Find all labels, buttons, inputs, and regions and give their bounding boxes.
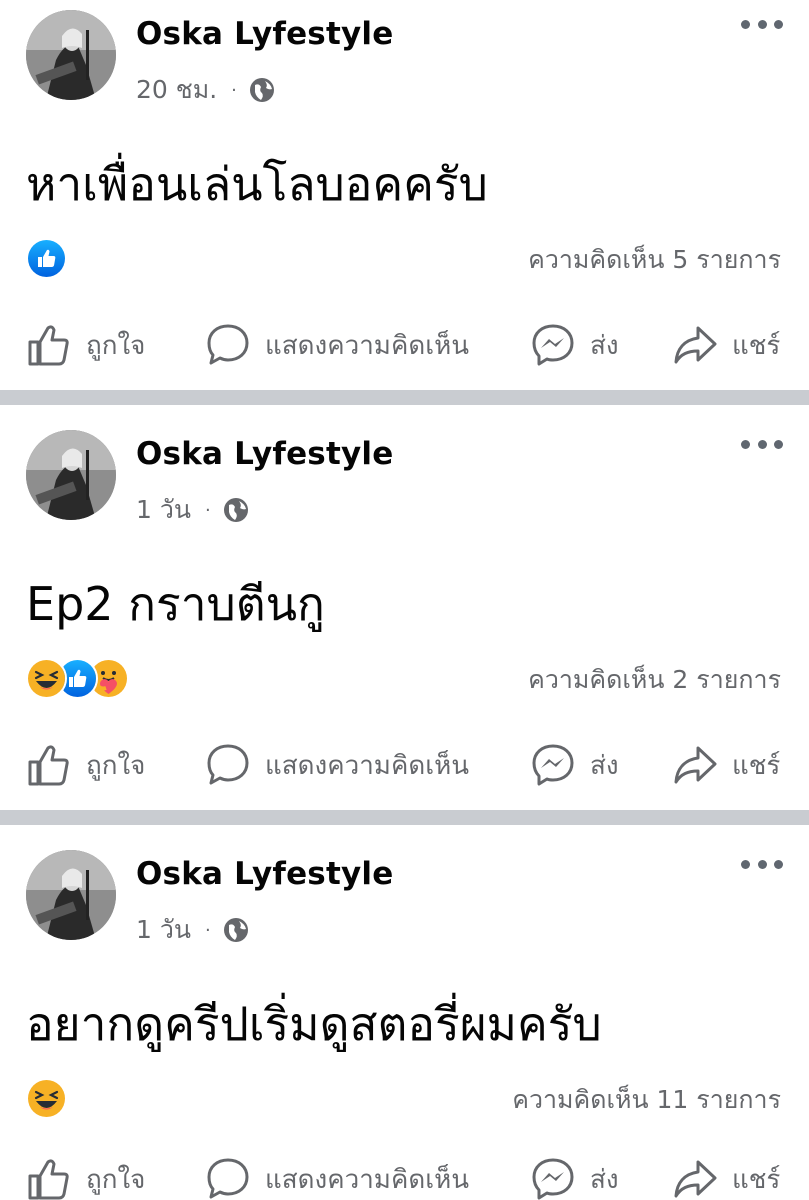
comment-button[interactable]: แสดงความคิดเห็น [205,1152,469,1200]
share-button[interactable]: แชร์ [672,738,780,792]
post-meta: 20 ชม. · [136,70,275,110]
like-button[interactable]: ถูกใจ [26,318,145,372]
avatar-photo [26,10,116,100]
share-button[interactable]: แชร์ [672,318,780,372]
post-card: Oska Lyfestyle 1 วัน · อยากดูครีปเริ่มดู… [0,840,809,1200]
comment-button[interactable]: แสดงความคิดเห็น [205,318,469,372]
post-text: หาเพื่อนเล่นโลบอคครับ [26,157,488,211]
post-timestamp[interactable]: 20 ชม. [136,70,217,110]
post-meta: 1 วัน · [136,490,249,530]
globe-icon [223,497,249,523]
reactions-summary[interactable] [26,1077,67,1119]
more-dots-icon [741,859,750,869]
post-action-bar: ถูกใจ แสดงความคิดเห็น ส่ง แชร์ [0,1152,809,1200]
avatar[interactable] [26,10,116,100]
more-dots-icon [741,19,750,29]
post-text: Ep2 กราบตีนกู [26,577,325,631]
send-label: ส่ง [590,750,619,781]
send-label: ส่ง [590,330,619,361]
thumbs-up-icon [26,1156,72,1200]
comments-count-link[interactable]: ความคิดเห็น 5 รายการ [528,240,781,280]
post-action-bar: ถูกใจ แสดงความคิดเห็น ส่ง แชร์ [0,318,809,372]
messenger-icon [530,1156,576,1200]
comment-label: แสดงความคิดเห็น [265,750,470,781]
send-label: ส่ง [590,1164,619,1195]
post-divider [0,810,809,825]
post-action-bar: ถูกใจ แสดงความคิดเห็น ส่ง แชร์ [0,738,809,792]
like-label: ถูกใจ [86,1164,146,1195]
post-text: อยากดูครีปเริ่มดูสตอรี่ผมครับ [26,997,602,1051]
share-arrow-icon [672,322,718,368]
post-card: Oska Lyfestyle 1 วัน · Ep2 กราบตีนกู ควา… [0,420,809,810]
comments-count-link[interactable]: ความคิดเห็น 11 รายการ [512,1080,781,1120]
more-dots-icon [741,439,750,449]
comment-label: แสดงความคิดเห็น [265,330,470,361]
avatar[interactable] [26,850,116,940]
like-label: ถูกใจ [86,750,146,781]
comment-label: แสดงความคิดเห็น [265,1164,470,1195]
share-label: แชร์ [732,330,781,361]
post-card: Oska Lyfestyle 20 ชม. · หาเพื่อนเล่นโลบอ… [0,0,809,390]
comment-button[interactable]: แสดงความคิดเห็น [205,738,469,792]
post-author-name[interactable]: Oska Lyfestyle [136,16,393,52]
like-button[interactable]: ถูกใจ [26,1152,145,1200]
reactions-summary[interactable] [26,237,67,279]
news-feed: Oska Lyfestyle 20 ชม. · หาเพื่อนเล่นโลบอ… [0,0,809,1200]
like-button[interactable]: ถูกใจ [26,738,145,792]
more-options-button[interactable] [741,854,783,874]
meta-separator: · [204,499,211,521]
messenger-icon [530,742,576,788]
post-divider [0,390,809,405]
post-author-name[interactable]: Oska Lyfestyle [136,856,393,892]
reactions-summary[interactable] [26,657,129,699]
avatar-photo [26,850,116,940]
post-meta: 1 วัน · [136,910,249,950]
share-arrow-icon [672,742,718,788]
globe-icon [249,77,275,103]
haha-reaction-icon [26,1077,67,1119]
more-options-button[interactable] [741,434,783,454]
post-timestamp[interactable]: 1 วัน [136,490,191,530]
comment-bubble-icon [205,322,251,368]
thumbs-up-icon [26,322,72,368]
thumbs-up-icon [26,742,72,788]
globe-icon [223,917,249,943]
send-button[interactable]: ส่ง [530,1152,619,1200]
meta-separator: · [204,919,211,941]
comment-bubble-icon [205,742,251,788]
post-timestamp[interactable]: 1 วัน [136,910,191,950]
like-label: ถูกใจ [86,330,146,361]
avatar[interactable] [26,430,116,520]
comment-bubble-icon [205,1156,251,1200]
share-label: แชร์ [732,750,781,781]
comments-count-link[interactable]: ความคิดเห็น 2 รายการ [528,660,781,700]
post-author-name[interactable]: Oska Lyfestyle [136,436,393,472]
like-reaction-icon [26,237,67,279]
share-arrow-icon [672,1156,718,1200]
more-options-button[interactable] [741,14,783,34]
share-label: แชร์ [732,1164,781,1195]
send-button[interactable]: ส่ง [530,738,619,792]
haha-reaction-icon [26,657,67,699]
avatar-photo [26,430,116,520]
messenger-icon [530,322,576,368]
meta-separator: · [231,79,237,101]
share-button[interactable]: แชร์ [672,1152,780,1200]
send-button[interactable]: ส่ง [530,318,619,372]
